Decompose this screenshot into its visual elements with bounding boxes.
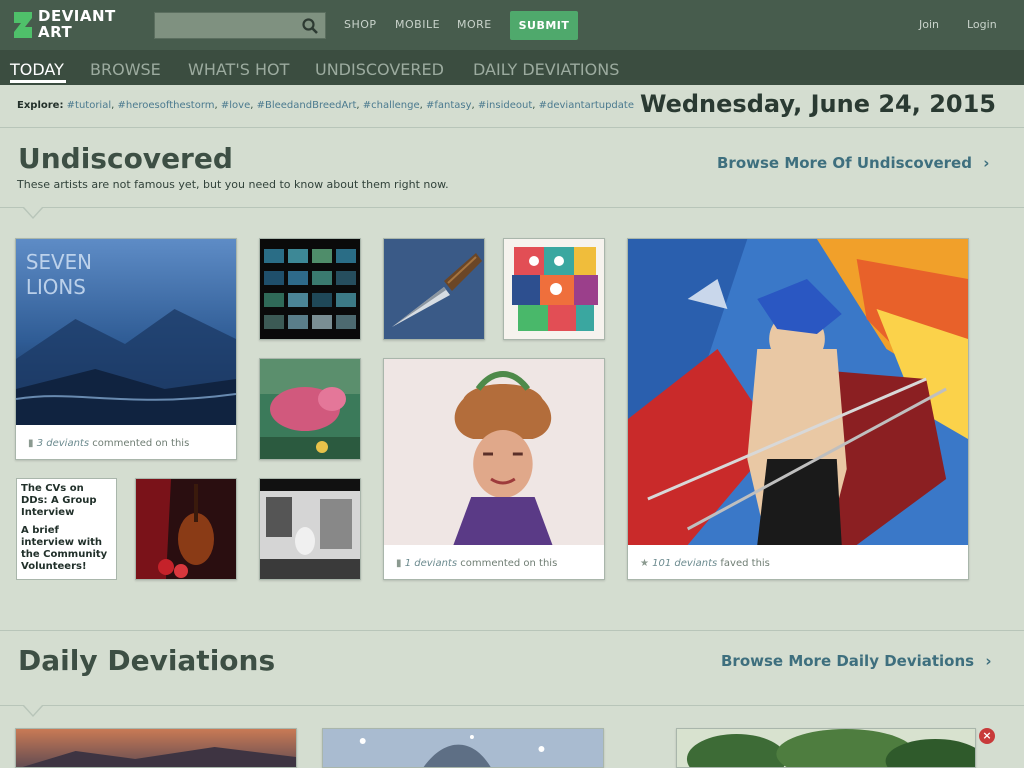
tab-browse[interactable]: BROWSE	[90, 60, 161, 79]
deviation-thumbnail[interactable]	[260, 479, 360, 579]
deviation-card[interactable]	[259, 478, 361, 580]
undiscovered-subtitle: These artists are not famous yet, but yo…	[17, 178, 449, 191]
explore-tag[interactable]: #challenge	[363, 100, 420, 111]
explore-tag[interactable]: #insideout	[478, 100, 532, 111]
page-date: Wednesday, June 24, 2015	[639, 90, 996, 118]
explore-tag[interactable]: #love	[221, 100, 250, 111]
poster-text: LIONS	[26, 276, 86, 299]
article-title: The CVs on DDs: A Group Interview	[21, 483, 97, 518]
section-notch	[22, 705, 44, 717]
comment-icon: ▮	[396, 558, 402, 569]
comment-count: ▮ 3 deviants commented on this	[28, 438, 190, 449]
browse-more-undiscovered-link[interactable]: Browse More Of Undiscovered ›	[717, 154, 989, 172]
search-icon[interactable]	[301, 17, 319, 35]
deviation-thumbnail[interactable]	[384, 359, 604, 545]
deviation-thumbnail[interactable]	[260, 239, 360, 339]
poster-text: SEVEN	[26, 251, 92, 274]
daily-deviations-title: Daily Deviations	[18, 644, 276, 677]
explore-tag[interactable]: #heroesofthestorm	[117, 100, 214, 111]
star-icon: ★	[640, 558, 649, 569]
deviation-card[interactable]	[383, 238, 485, 340]
nav-more[interactable]: MORE	[457, 18, 492, 31]
explore-tag[interactable]: #fantasy	[426, 100, 472, 111]
deviation-card[interactable]	[135, 478, 237, 580]
deviation-thumbnail[interactable]	[16, 729, 296, 768]
tab-daily-deviations[interactable]: DAILY DEVIATIONS	[473, 60, 619, 79]
section-divider	[0, 207, 1024, 208]
tab-undiscovered[interactable]: UNDISCOVERED	[315, 60, 444, 79]
submit-button[interactable]: SUBMIT	[510, 11, 578, 40]
deviation-thumbnail[interactable]: SEVEN LIONS	[16, 239, 236, 425]
chevron-right-icon: ›	[985, 652, 992, 670]
search-input[interactable]	[154, 12, 326, 39]
explore-tags: Explore: #tutorial, #heroesofthestorm, #…	[17, 100, 634, 111]
deviation-card[interactable]: ▮ 1 deviants commented on this	[383, 358, 605, 580]
deviation-thumbnail[interactable]	[504, 239, 604, 339]
deviation-thumbnail[interactable]	[384, 239, 484, 339]
daily-deviation-card[interactable]	[15, 728, 297, 768]
deviation-thumbnail[interactable]	[136, 479, 236, 579]
deviation-thumbnail[interactable]	[323, 729, 603, 768]
fave-count: ★ 101 deviants faved this	[640, 558, 770, 569]
deviation-card[interactable]	[259, 238, 361, 340]
explore-tag[interactable]: #deviantartupdate	[539, 100, 634, 111]
top-bar: DEVIANT ART SHOP MOBILE MORE SUBMIT Join…	[0, 0, 1024, 50]
explore-tag[interactable]: #tutorial	[67, 100, 111, 111]
comment-count: ▮ 1 deviants commented on this	[396, 558, 558, 569]
article-body: A brief interview with the Community Vol…	[21, 525, 108, 572]
deviation-thumbnail[interactable]	[628, 239, 968, 545]
section-divider	[0, 127, 1024, 128]
explore-tag[interactable]: #BleedandBreedArt	[257, 100, 357, 111]
chevron-right-icon: ›	[983, 154, 990, 172]
deviation-card[interactable]	[259, 358, 361, 460]
nav-mobile[interactable]: MOBILE	[395, 18, 440, 31]
section-divider	[0, 705, 1024, 706]
sub-navigation: TODAY BROWSE WHAT'S HOT UNDISCOVERED DAI…	[0, 50, 1024, 85]
tab-today[interactable]: TODAY	[10, 60, 64, 79]
deviantart-logo[interactable]: DEVIANT ART	[12, 8, 132, 42]
deviation-card[interactable]	[503, 238, 605, 340]
close-icon[interactable]: ×	[979, 728, 995, 744]
deviation-card[interactable]: SEVEN LIONS ▮ 3 deviants commented on th…	[15, 238, 237, 460]
daily-deviation-card[interactable]	[676, 728, 976, 768]
deviation-thumbnail[interactable]	[260, 359, 360, 459]
deviantart-logo-icon	[14, 12, 32, 38]
nav-shop[interactable]: SHOP	[344, 18, 377, 31]
undiscovered-title: Undiscovered	[18, 142, 233, 175]
logo-text: DEVIANT ART	[38, 7, 116, 41]
join-link[interactable]: Join	[919, 18, 939, 31]
active-tab-indicator	[10, 80, 66, 83]
section-notch	[22, 207, 44, 219]
daily-deviation-card[interactable]	[322, 728, 604, 768]
comment-icon: ▮	[28, 438, 34, 449]
login-link[interactable]: Login	[967, 18, 997, 31]
browse-more-daily-deviations-link[interactable]: Browse More Daily Deviations ›	[721, 652, 992, 670]
deviation-card[interactable]: ★ 101 deviants faved this	[627, 238, 969, 580]
tab-whats-hot[interactable]: WHAT'S HOT	[188, 60, 289, 79]
news-article-card[interactable]: The CVs on DDs: A Group Interview A brie…	[16, 478, 117, 580]
deviation-thumbnail[interactable]	[677, 729, 975, 768]
section-divider	[0, 630, 1024, 631]
explore-label: Explore:	[17, 100, 64, 111]
